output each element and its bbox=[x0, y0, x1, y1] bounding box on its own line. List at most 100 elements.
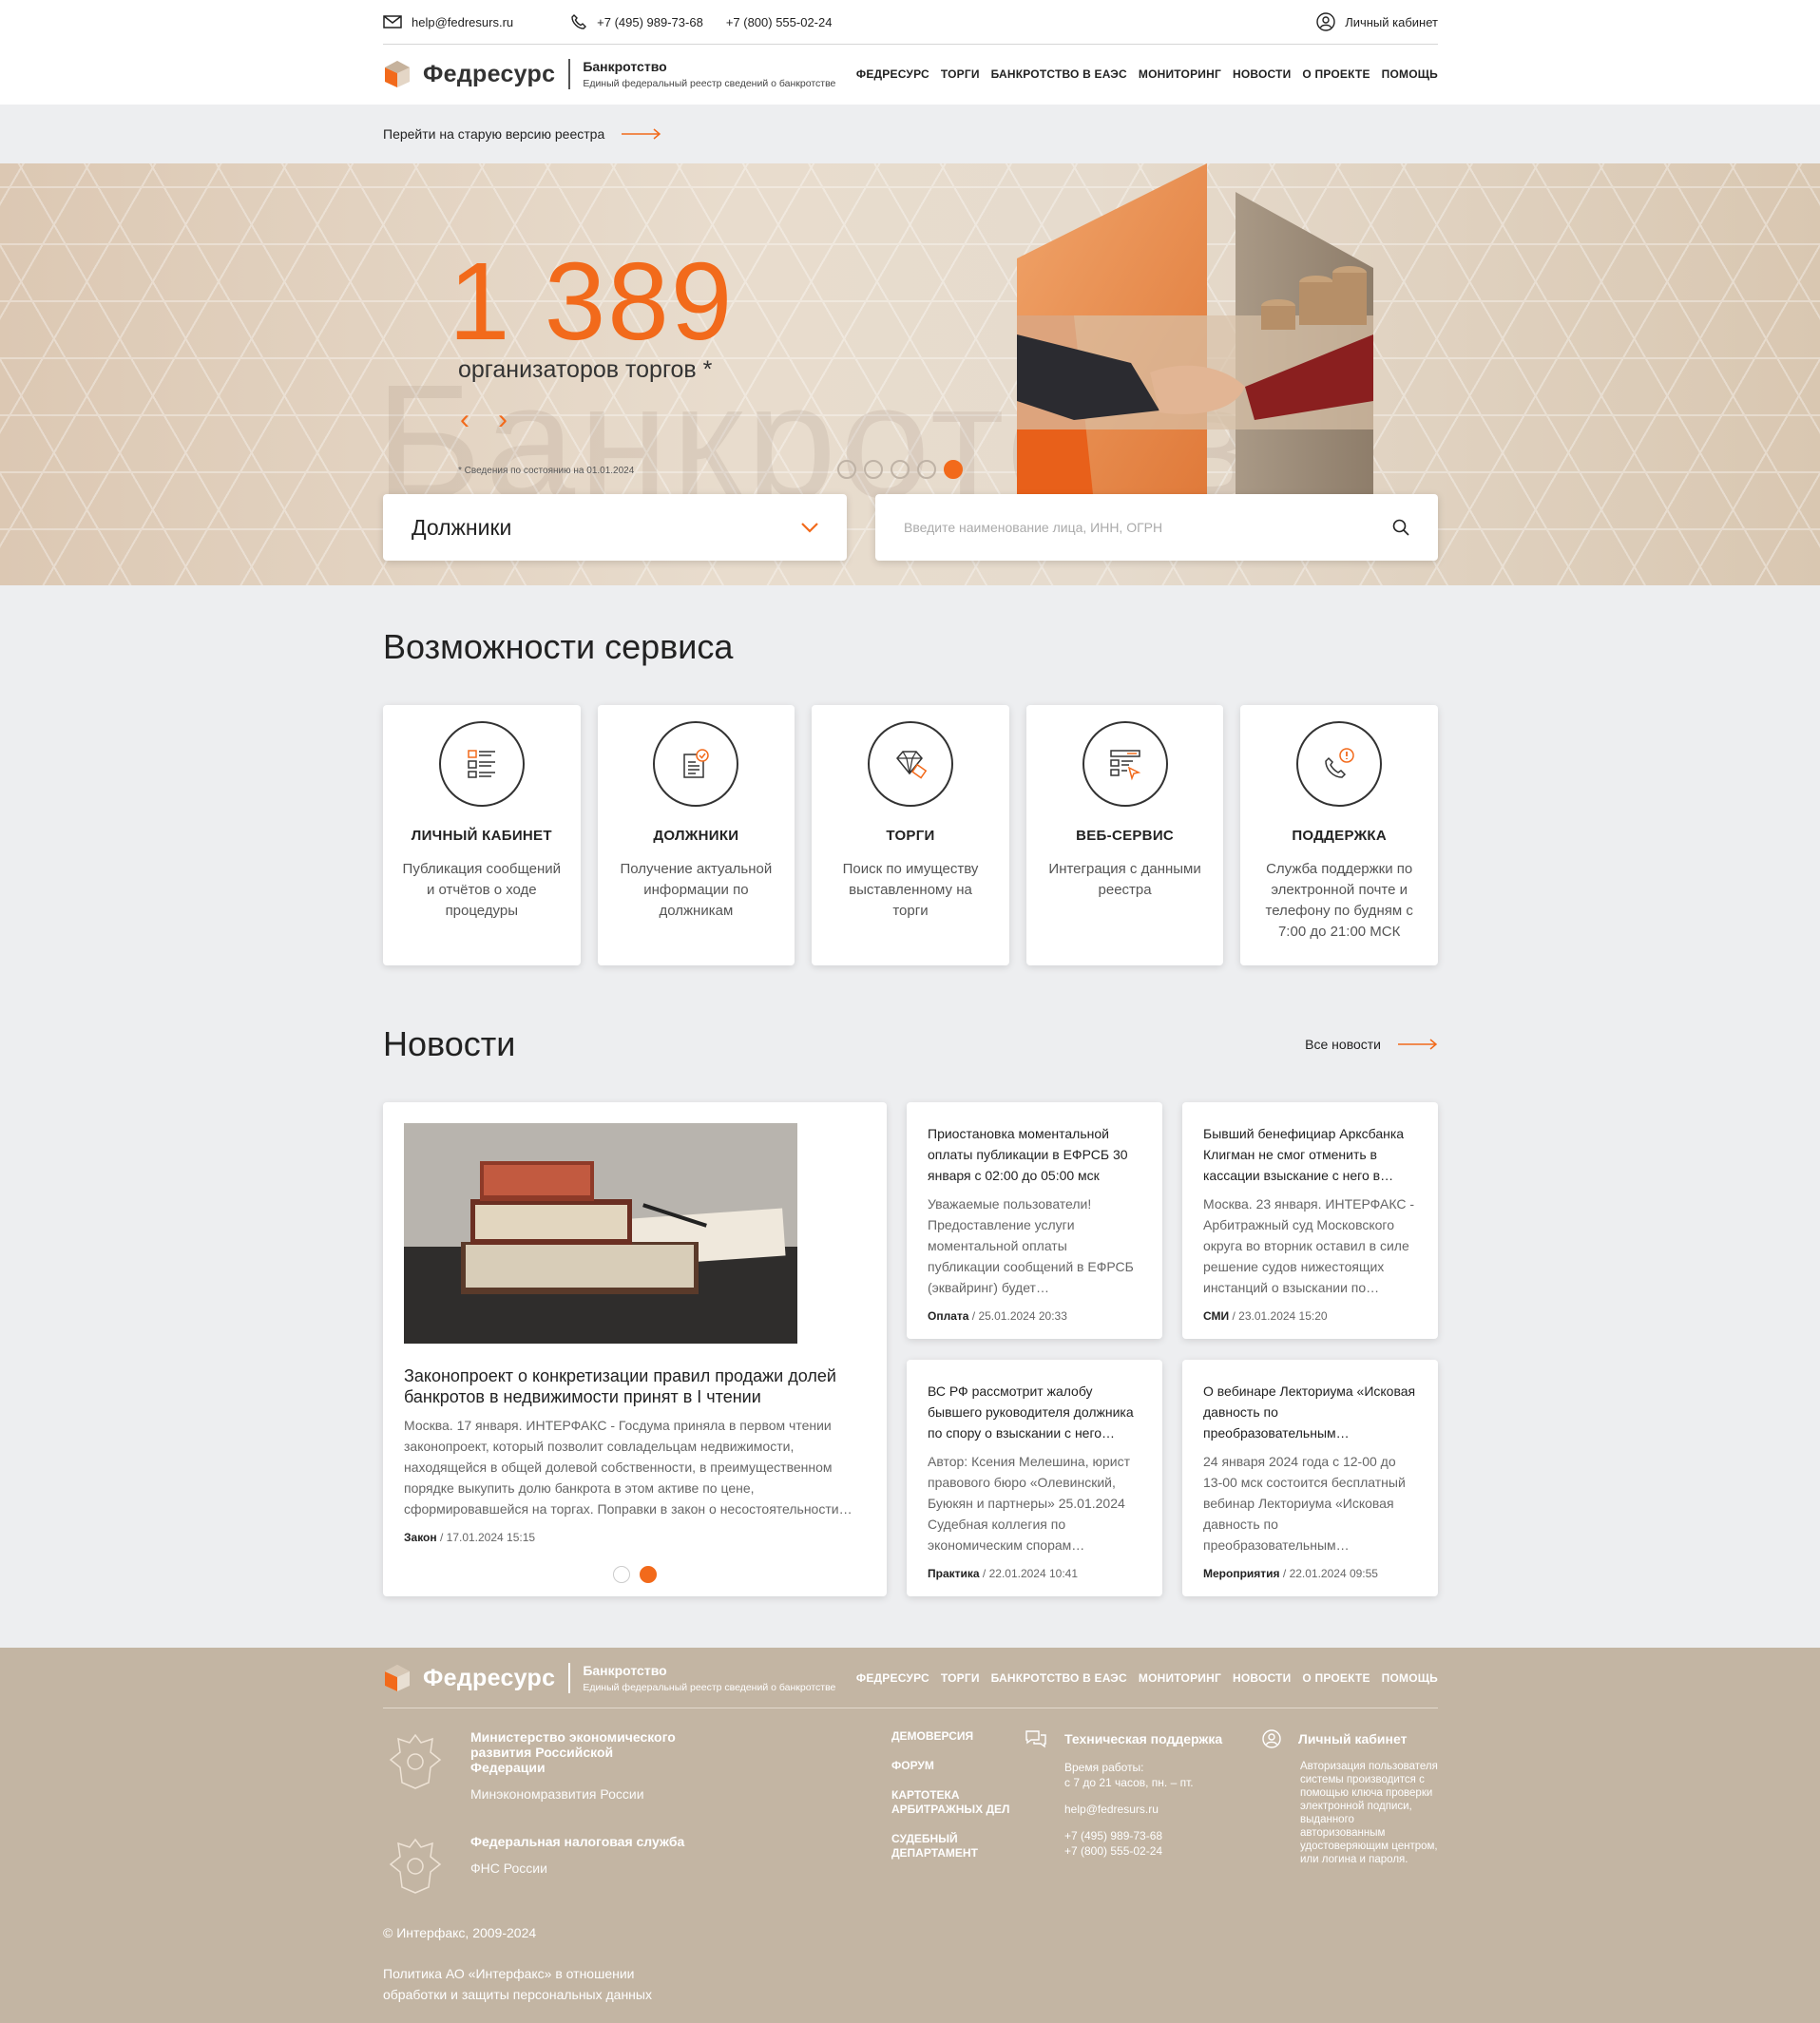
pager-dot-active[interactable] bbox=[640, 1566, 657, 1583]
support-phone-1[interactable]: +7 (495) 989-73-68 bbox=[1064, 1828, 1262, 1843]
entity-type-select[interactable]: Должники bbox=[383, 494, 847, 561]
footer-link-demo[interactable]: ДЕМОВЕРСИЯ bbox=[891, 1729, 1025, 1744]
nav-news[interactable]: НОВОСТИ bbox=[1233, 67, 1291, 81]
slide-dot-active[interactable] bbox=[944, 460, 963, 479]
featured-news-title[interactable]: Законопроект о конкретизации правил прод… bbox=[404, 1365, 866, 1407]
news-card[interactable]: Бывший бенефициар Арксбанка Клигман не с… bbox=[1182, 1102, 1438, 1339]
service-card-torgi[interactable]: ТОРГИ Поиск по имуществу выставленному н… bbox=[812, 705, 1009, 965]
org-name: Министерство экономического развития Рос… bbox=[470, 1729, 676, 1775]
featured-news-card[interactable]: Законопроект о конкретизации правил прод… bbox=[383, 1102, 887, 1596]
service-card-desc: Интеграция с данными реестра bbox=[1048, 861, 1201, 898]
nav-eaes[interactable]: БАНКРОТСТВО В ЕАЭС bbox=[991, 1671, 1127, 1685]
org-name: Федеральная налоговая служба bbox=[470, 1834, 685, 1849]
service-card-debtors[interactable]: ДОЛЖНИКИ Получение актуальной информации… bbox=[597, 705, 795, 965]
nav-news[interactable]: НОВОСТИ bbox=[1233, 1671, 1291, 1685]
footer-link-court[interactable]: СУДЕБНЫЙ ДЕПАРТАМЕНТ bbox=[891, 1832, 1025, 1861]
news-category[interactable]: Практика bbox=[928, 1567, 980, 1580]
phone-alert-icon bbox=[1325, 748, 1354, 778]
news-card-title[interactable]: Бывший бенефициар Арксбанка Клигман не с… bbox=[1203, 1123, 1417, 1186]
news-card-title[interactable]: Приостановка моментальной оплаты публика… bbox=[928, 1123, 1141, 1186]
news-date: 22.01.2024 10:41 bbox=[988, 1566, 1079, 1580]
org-fns[interactable]: Федеральная налоговая служба ФНС России bbox=[383, 1834, 891, 1899]
news-card-text: 24 января 2024 года с 12-00 до 13-00 мск… bbox=[1203, 1453, 1406, 1553]
service-card-title: ЛИЧНЫЙ КАБИНЕТ bbox=[411, 828, 552, 844]
news-header: Новости Все новости bbox=[383, 1024, 1438, 1064]
service-card-cabinet[interactable]: ЛИЧНЫЙ КАБИНЕТ Публикация сообщений и от… bbox=[383, 705, 581, 965]
slide-dot[interactable] bbox=[864, 460, 883, 479]
old-version-link[interactable]: Перейти на старую версию реестра bbox=[383, 105, 1438, 163]
service-card-desc: Получение актуальной информации по должн… bbox=[620, 861, 773, 919]
old-version-label: Перейти на старую версию реестра bbox=[383, 126, 605, 142]
nav-torgi[interactable]: ТОРГИ bbox=[941, 1671, 980, 1685]
nav-monitoring[interactable]: МОНИТОРИНГ bbox=[1139, 67, 1221, 81]
featured-news-meta: Закон / 17.01.2024 15:15 bbox=[404, 1531, 536, 1544]
support-email[interactable]: help@fedresurs.ru bbox=[1064, 1802, 1262, 1817]
news-card-meta: Оплата / 25.01.2024 20:33 bbox=[928, 1309, 1067, 1323]
service-card-desc: Служба поддержки по электронной почте и … bbox=[1265, 861, 1413, 940]
email-link[interactable]: help@fedresurs.ru bbox=[383, 15, 513, 29]
footer-orgs: Министерство экономического развития Рос… bbox=[383, 1729, 891, 1931]
chevron-left-icon[interactable]: ‹ bbox=[460, 406, 469, 434]
footer-logo[interactable]: Федресурс Банкротство Единый федеральный… bbox=[383, 1662, 835, 1693]
nav-help[interactable]: ПОМОЩЬ bbox=[1382, 67, 1438, 81]
phone-icon bbox=[571, 14, 587, 29]
org-minek[interactable]: Министерство экономического развития Рос… bbox=[383, 1729, 891, 1802]
slide-dot[interactable] bbox=[917, 460, 936, 479]
news-grid: Законопроект о конкретизации правил прод… bbox=[383, 1102, 1438, 1596]
books-photo bbox=[404, 1123, 797, 1344]
nav-fedresurs[interactable]: ФЕДРЕСУРС bbox=[856, 67, 929, 81]
phone-1[interactable]: +7 (495) 989-73-68 bbox=[597, 15, 703, 29]
org-short: Минэкономразвития России bbox=[470, 1786, 644, 1802]
news-card[interactable]: ВС РФ рассмотрит жалобу бывшего руководи… bbox=[907, 1359, 1162, 1596]
nav-fedresurs[interactable]: ФЕДРЕСУРС bbox=[856, 1671, 929, 1685]
nav-about[interactable]: О ПРОЕКТЕ bbox=[1302, 67, 1370, 81]
site-logo[interactable]: Федресурс Банкротство Единый федеральный… bbox=[383, 59, 835, 89]
all-news-link[interactable]: Все новости bbox=[1305, 1037, 1438, 1052]
entity-type-value: Должники bbox=[412, 514, 512, 540]
service-card-title: ПОДДЕРЖКА bbox=[1292, 828, 1388, 844]
footer-cabinet-link[interactable]: Личный кабинет bbox=[1262, 1729, 1438, 1748]
news-category[interactable]: СМИ bbox=[1203, 1309, 1229, 1323]
privacy-policy-link[interactable]: Политика АО «Интерфакс» в отношении обра… bbox=[383, 1963, 687, 2005]
news-card[interactable]: О вебинаре Лекториума «Исковая давность … bbox=[1182, 1359, 1438, 1596]
pager-dot[interactable] bbox=[613, 1566, 630, 1583]
news-card-title[interactable]: О вебинаре Лекториума «Исковая давность … bbox=[1203, 1381, 1417, 1443]
news-card-meta: СМИ / 23.01.2024 15:20 bbox=[1203, 1309, 1328, 1323]
news-category[interactable]: Оплата bbox=[928, 1309, 968, 1323]
main-nav: ФЕДРЕСУРС ТОРГИ БАНКРОТСТВО В ЕАЭС МОНИТ… bbox=[856, 67, 1438, 81]
user-icon bbox=[1262, 1729, 1281, 1748]
web-form-icon bbox=[1109, 750, 1140, 781]
footer-link-kad[interactable]: КАРТОТЕКА АРБИТРАЖНЫХ ДЕЛ bbox=[891, 1788, 1025, 1817]
nav-monitoring[interactable]: МОНИТОРИНГ bbox=[1139, 1671, 1221, 1685]
news-category[interactable]: Мероприятия bbox=[1203, 1567, 1280, 1580]
news-card[interactable]: Приостановка моментальной оплаты публика… bbox=[907, 1102, 1162, 1339]
support-phone-2[interactable]: +7 (800) 555-02-24 bbox=[1064, 1843, 1262, 1859]
nav-about[interactable]: О ПРОЕКТЕ bbox=[1302, 1671, 1370, 1685]
footer-cabinet-text: Авторизация пользователя системы произво… bbox=[1300, 1761, 1438, 1865]
search-input[interactable] bbox=[904, 520, 1392, 535]
phone-2[interactable]: +7 (800) 555-02-24 bbox=[726, 15, 833, 29]
chevron-down-icon bbox=[801, 523, 818, 533]
featured-news-text: Москва. 17 января. ИНТЕРФАКС - Госдума п… bbox=[404, 1418, 853, 1517]
arrow-right-icon bbox=[1398, 1039, 1438, 1050]
news-card-meta: Мероприятия / 22.01.2024 09:55 bbox=[1203, 1566, 1378, 1580]
nav-torgi[interactable]: ТОРГИ bbox=[941, 67, 980, 81]
slide-dot[interactable] bbox=[891, 460, 910, 479]
service-card-support[interactable]: ПОДДЕРЖКА Служба поддержки по электронно… bbox=[1240, 705, 1438, 965]
footer-link-forum[interactable]: ФОРУМ bbox=[891, 1759, 1025, 1773]
slide-dot[interactable] bbox=[837, 460, 856, 479]
support-hours-label: Время работы: bbox=[1064, 1761, 1144, 1774]
cabinet-link[interactable]: Личный кабинет bbox=[1316, 12, 1438, 31]
hero-dots bbox=[837, 460, 963, 479]
service-card-webservice[interactable]: ВЕБ-СЕРВИС Интеграция с данными реестра bbox=[1025, 705, 1224, 965]
hero-caption: организаторов торгов * bbox=[458, 356, 713, 383]
footer-cabinet-title: Личный кабинет bbox=[1298, 1731, 1408, 1746]
news-card-title[interactable]: ВС РФ рассмотрит жалобу бывшего руководи… bbox=[928, 1381, 1141, 1443]
search-icon[interactable] bbox=[1392, 519, 1409, 536]
news-category[interactable]: Закон bbox=[404, 1531, 437, 1544]
user-icon bbox=[1316, 12, 1335, 31]
search-box bbox=[875, 494, 1438, 561]
nav-eaes[interactable]: БАНКРОТСТВО В ЕАЭС bbox=[991, 67, 1127, 81]
nav-help[interactable]: ПОМОЩЬ bbox=[1382, 1671, 1438, 1685]
chevron-right-icon[interactable]: › bbox=[498, 406, 508, 434]
